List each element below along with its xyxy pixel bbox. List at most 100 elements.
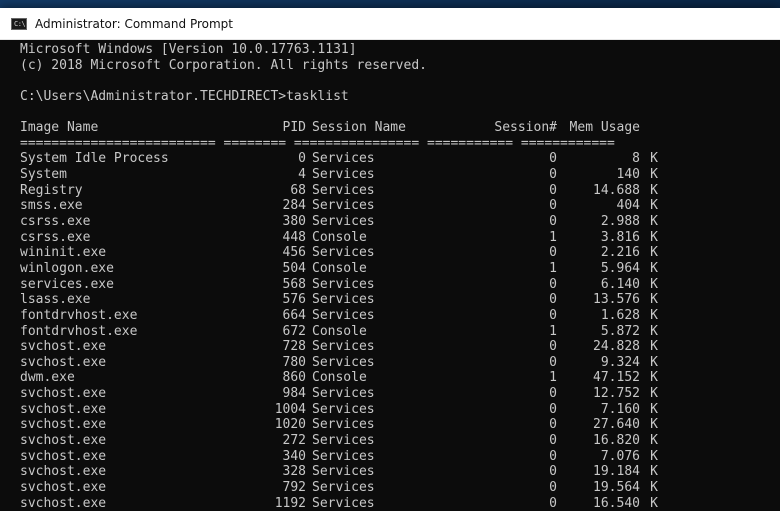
table-row: System Idle Process 0 Services 0 8 K [20,151,780,167]
header-session-name: Session Name [312,120,406,136]
process-image-name: svchost.exe [20,479,107,495]
process-image-name: csrss.exe [20,214,91,230]
table-row: svchost.exe 1020 Services 0 27.640 K [20,417,780,433]
table-row: Registry 68 Services 0 14.688 K [20,183,780,199]
table-row: lsass.exe 576 Services 0 13.576 K [20,292,780,308]
process-mem-unit: K [650,479,658,495]
process-mem-unit: K [650,339,658,355]
table-row: wininit.exe 456 Services 0 2.216 K [20,245,780,261]
process-session-number: 0 [549,354,557,370]
process-pid: 328 [282,464,306,480]
process-session-number: 0 [549,167,557,183]
process-session-name: Console [312,323,367,339]
table-row: fontdrvhost.exe 672 Console 1 5.872 K [20,324,780,340]
process-image-name: wininit.exe [20,245,107,261]
process-mem-usage: 140 [616,167,640,183]
cmd-icon: C:\ [11,17,27,30]
process-pid: 68 [290,182,306,198]
process-mem-unit: K [650,167,658,183]
process-session-number: 0 [549,339,557,355]
process-pid: 576 [282,292,306,308]
process-mem-usage: 2.216 [600,245,640,261]
process-session-name: Services [312,479,375,495]
table-row: svchost.exe 780 Services 0 9.324 K [20,355,780,371]
column-gap [557,355,565,371]
process-pid: 504 [282,260,306,276]
process-mem-usage: 24.828 [593,339,640,355]
process-mem-usage: 404 [616,198,640,214]
table-row: winlogon.exe 504 Console 1 5.964 K [20,261,780,277]
process-image-name: System Idle Process [20,151,169,167]
column-gap [557,496,565,511]
process-image-name: csrss.exe [20,229,91,245]
process-session-name: Services [312,151,375,167]
process-session-name: Services [312,354,375,370]
process-mem-unit: K [650,229,658,245]
process-mem-usage: 47.152 [593,370,640,386]
process-session-name: Services [312,307,375,323]
console-output[interactable]: Microsoft Windows [Version 10.0.17763.11… [0,40,780,511]
header-session-number: Session# [494,120,557,136]
column-gap [557,308,565,324]
process-session-name: Console [312,370,367,386]
process-session-name: Services [312,292,375,308]
process-image-name: svchost.exe [20,354,107,370]
window-title: Administrator: Command Prompt [35,16,233,31]
header-mem-usage: Mem Usage [569,120,640,136]
process-mem-unit: K [650,260,658,276]
process-image-name: svchost.exe [20,433,107,449]
process-mem-usage: 5.872 [600,323,640,339]
process-pid: 1020 [274,417,306,433]
column-gap [557,198,565,214]
process-session-name: Services [312,417,375,433]
column-gap [557,464,565,480]
process-mem-unit: K [650,495,658,511]
process-session-number: 0 [549,198,557,214]
process-session-number: 1 [549,323,557,339]
process-mem-unit: K [650,292,658,308]
table-row: svchost.exe 328 Services 0 19.184 K [20,464,780,480]
process-session-number: 0 [549,292,557,308]
process-session-name: Services [312,198,375,214]
process-image-name: smss.exe [20,198,83,214]
process-session-number: 0 [549,386,557,402]
table-row: csrss.exe 380 Services 0 2.988 K [20,214,780,230]
command-prompt-window[interactable]: C:\ Administrator: Command Prompt Micros… [0,8,780,511]
process-pid: 984 [282,386,306,402]
process-mem-usage: 1.628 [600,307,640,323]
process-image-name: svchost.exe [20,417,107,433]
process-session-name: Services [312,167,375,183]
process-mem-unit: K [650,354,658,370]
process-mem-usage: 2.988 [600,214,640,230]
process-mem-unit: K [650,151,658,167]
process-session-name: Services [312,276,375,292]
title-bar[interactable]: C:\ Administrator: Command Prompt [0,8,780,40]
process-session-number: 1 [549,229,557,245]
process-mem-usage: 12.752 [593,386,640,402]
process-pid: 380 [282,214,306,230]
process-mem-usage: 7.076 [600,448,640,464]
column-gap [557,167,565,183]
process-session-number: 0 [549,495,557,511]
column-gap [557,292,565,308]
process-session-number: 0 [549,479,557,495]
process-session-number: 0 [549,182,557,198]
column-gap [557,386,565,402]
process-session-name: Services [312,182,375,198]
process-pid: 568 [282,276,306,292]
process-session-name: Services [312,214,375,230]
process-pid: 340 [282,448,306,464]
process-session-name: Services [312,495,375,511]
column-gap [557,183,565,199]
process-image-name: svchost.exe [20,464,107,480]
table-header: Image Name PID Session Name Session# Mem… [20,120,780,136]
process-mem-unit: K [650,182,658,198]
process-session-number: 1 [549,260,557,276]
process-pid: 728 [282,339,306,355]
process-session-number: 0 [549,214,557,230]
table-row: svchost.exe 340 Services 0 7.076 K [20,449,780,465]
process-session-name: Services [312,448,375,464]
process-image-name: svchost.exe [20,448,107,464]
column-gap [557,151,565,167]
table-row: svchost.exe 792 Services 0 19.564 K [20,480,780,496]
